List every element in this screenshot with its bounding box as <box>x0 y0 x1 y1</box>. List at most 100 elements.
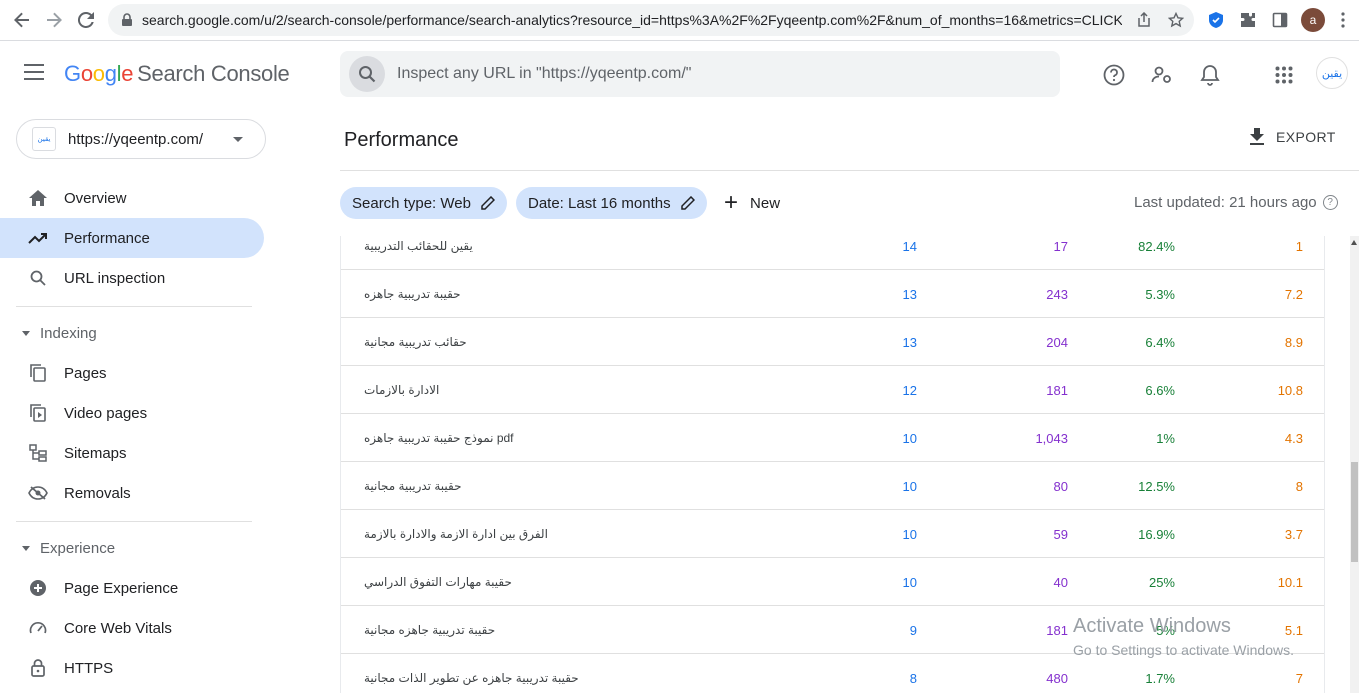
manage-users-icon[interactable] <box>1151 64 1173 86</box>
filter-chip-date[interactable]: Date: Last 16 months <box>516 187 707 219</box>
sidebar-item-pages[interactable]: Pages <box>0 353 264 393</box>
sidebar-item-https[interactable]: HTTPS <box>0 648 264 688</box>
shield-extension-icon[interactable] <box>1206 10 1226 30</box>
search-icon[interactable] <box>349 56 385 92</box>
table-row[interactable]: يقين للحقائب التدريبية 14 17 82.4% 1 <box>341 236 1324 270</box>
browser-toolbar: search.google.com/u/2/search-console/per… <box>0 0 1359 41</box>
clicks-cell: 8 <box>909 670 917 686</box>
notifications-bell-icon[interactable] <box>1199 64 1221 86</box>
impressions-cell: 40 <box>1053 574 1068 590</box>
impressions-cell: 181 <box>1046 382 1068 398</box>
filter-chip-search-type[interactable]: Search type: Web <box>340 187 507 219</box>
position-cell: 1 <box>1295 238 1303 254</box>
table-row[interactable]: حقائب تدريبية مجانية 13 204 6.4% 8.9 <box>341 318 1324 366</box>
query-cell: الفرق بين ادارة الازمة والادارة بالازمة <box>364 527 548 541</box>
menu-icon[interactable] <box>24 64 44 80</box>
profile-avatar[interactable]: a <box>1301 8 1325 32</box>
removals-icon <box>28 483 48 503</box>
account-avatar[interactable]: يقين <box>1316 57 1348 89</box>
table-row[interactable]: حقيبة تدريبية جاهزه عن تطوير الذات مجاني… <box>341 654 1324 693</box>
ctr-cell: 1% <box>1156 430 1175 446</box>
impressions-cell: 243 <box>1046 286 1068 302</box>
scrollbar[interactable] <box>1350 236 1359 693</box>
query-cell: حقيبة تدريبية مجانية <box>364 479 462 493</box>
help-icon[interactable] <box>1103 64 1125 86</box>
table-row[interactable]: الادارة بالازمات 12 181 6.6% 10.8 <box>341 366 1324 414</box>
url-inspect-search[interactable]: Inspect any URL in "https://yqeentp.com/… <box>340 51 1060 97</box>
extensions-puzzle-icon[interactable] <box>1238 10 1258 30</box>
ctr-cell: 6.6% <box>1145 382 1175 398</box>
edit-pencil-icon <box>680 196 695 210</box>
sidebar-item-url-inspection[interactable]: URL inspection <box>0 258 264 298</box>
back-icon[interactable] <box>6 4 38 36</box>
collapse-arrow-icon <box>22 545 30 551</box>
sidebar-item-performance[interactable]: Performance <box>0 218 264 258</box>
ctr-cell: 25% <box>1148 574 1175 590</box>
table-row[interactable]: حقيبة تدريبية جاهزه 13 243 5.3% 7.2 <box>341 270 1324 318</box>
address-bar[interactable]: search.google.com/u/2/search-console/per… <box>108 4 1194 36</box>
sidebar-item-sitemaps[interactable]: Sitemaps <box>0 433 264 473</box>
position-cell: 10.1 <box>1277 574 1303 590</box>
queries-table: يقين للحقائب التدريبية 14 17 82.4% 1 حقيبة تد… <box>340 236 1325 693</box>
sidebar-item-video-pages[interactable]: Video pages <box>0 393 264 433</box>
scroll-up-arrow-icon[interactable] <box>1351 240 1357 245</box>
sidebar-item-core-web-vitals[interactable]: Core Web Vitals <box>0 608 264 648</box>
property-selector[interactable]: يقين https://yqeentp.com/ <box>16 119 266 159</box>
clicks-cell: 13 <box>902 334 917 350</box>
scrollbar-thumb[interactable] <box>1351 462 1358 562</box>
clicks-cell: 10 <box>902 478 917 494</box>
table-row[interactable]: حقيبة تدريبية مجانية 10 80 12.5% 8 <box>341 462 1324 510</box>
forward-icon[interactable] <box>38 4 70 36</box>
position-cell: 7.2 <box>1284 286 1303 302</box>
ctr-cell: 16.9% <box>1138 526 1175 542</box>
url-text: search.google.com/u/2/search-console/per… <box>142 12 1122 28</box>
sidebar-item-removals[interactable]: Removals <box>0 473 264 513</box>
export-button[interactable]: EXPORT <box>1250 128 1336 145</box>
impressions-cell: 17 <box>1053 238 1068 254</box>
new-filter-button[interactable]: + New <box>724 187 780 219</box>
trending-up-icon <box>28 228 48 248</box>
clicks-cell: 9 <box>909 622 917 638</box>
help-circle-icon[interactable]: ? <box>1322 195 1338 210</box>
position-cell: 8 <box>1295 478 1303 494</box>
property-favicon: يقين <box>32 127 56 151</box>
table-row[interactable]: نموذج حقيبة تدريبية جاهزه pdf 10 1,043 1% 4.… <box>341 414 1324 462</box>
side-panel-icon[interactable] <box>1270 10 1290 30</box>
property-name: https://yqeentp.com/ <box>68 130 204 148</box>
download-icon <box>1250 128 1264 145</box>
position-cell: 4.3 <box>1284 430 1303 446</box>
ctr-cell: 5% <box>1156 622 1175 638</box>
impressions-cell: 480 <box>1046 670 1068 686</box>
table-row[interactable]: الفرق بين ادارة الازمة والادارة بالازمة 1… <box>341 510 1324 558</box>
page-experience-icon <box>28 578 48 598</box>
reload-icon[interactable] <box>70 4 102 36</box>
main-content: Performance EXPORT Search type: Web Date… <box>276 107 1359 693</box>
ctr-cell: 82.4% <box>1138 238 1175 254</box>
ctr-cell: 12.5% <box>1138 478 1175 494</box>
position-cell: 10.8 <box>1277 382 1303 398</box>
sidebar-item-overview[interactable]: Overview <box>0 178 264 218</box>
inspect-placeholder: Inspect any URL in "https://yqeentp.com/… <box>397 65 692 82</box>
clicks-cell: 10 <box>902 430 917 446</box>
apps-grid-icon[interactable] <box>1273 64 1295 86</box>
home-icon <box>28 188 48 208</box>
position-cell: 7 <box>1295 670 1303 686</box>
query-cell: حقيبة تدريبية جاهزه <box>364 287 461 301</box>
more-vert-icon[interactable] <box>1333 10 1353 30</box>
bookmark-star-icon[interactable] <box>1167 11 1185 28</box>
table-row[interactable]: حقيبة تدريبية جاهزه مجانية 9 181 5% 5.1 <box>341 606 1324 654</box>
search-console-logo[interactable]: Google Search Console <box>64 61 290 87</box>
last-updated: Last updated: 21 hours ago ? <box>1134 194 1338 211</box>
app-header: Google Search Console Inspect any URL in … <box>0 41 1359 107</box>
table-row[interactable]: حقيبة مهارات التفوق الدراسي 10 40 25% 10.1 <box>341 558 1324 606</box>
share-icon[interactable] <box>1136 11 1152 28</box>
chevron-down-icon <box>233 137 243 142</box>
search-icon <box>28 268 48 288</box>
plus-icon: + <box>724 189 739 216</box>
clicks-cell: 14 <box>902 238 917 254</box>
divider <box>340 170 1359 171</box>
ctr-cell: 1.7% <box>1145 670 1175 686</box>
section-header-indexing[interactable]: Indexing <box>0 317 264 349</box>
sidebar-item-page-experience[interactable]: Page Experience <box>0 568 264 608</box>
section-header-experience[interactable]: Experience <box>0 532 264 564</box>
